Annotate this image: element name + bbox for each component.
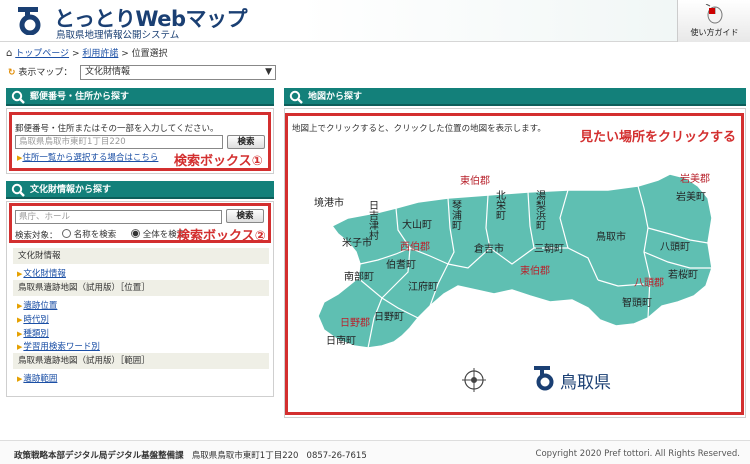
prefecture-map[interactable]: 境港市 日吉津村 米子市 大山町 西伯郡 伯耆町 南部町 江府町 日野郡 日野町…	[298, 168, 730, 400]
layer-item[interactable]: ▶遺跡範囲	[17, 372, 57, 384]
guide-button[interactable]: 使い方ガイド	[677, 0, 750, 42]
search-target-label: 検索対象：	[15, 231, 58, 241]
map-label-saihaku[interactable]: 西伯郡	[400, 240, 430, 253]
footer-org: 政策戦略本部デジタル局デジタル基盤整備課	[14, 451, 184, 461]
cultural-search-button[interactable]: 検索	[226, 209, 264, 223]
layer-group-header: 鳥取県遺跡地図（試用版）［位置］	[13, 280, 269, 296]
map-label-misasa[interactable]: 三朝町	[534, 243, 564, 255]
address-list-link[interactable]: ▶住所一覧から選択する場合はこちら	[17, 151, 158, 163]
map-label-iwami[interactable]: 岩美町	[676, 190, 706, 203]
search-icon	[11, 90, 25, 104]
map-panel-title: 地図から探す	[308, 92, 363, 102]
map-label-tohaku[interactable]: 東伯郡	[460, 174, 490, 187]
search-box-2-annotation: 検索ボックス②	[177, 229, 266, 244]
site-header: とっとりWebマップ 鳥取県地理情報公開システム 使い方ガイド	[0, 0, 750, 42]
layer-item[interactable]: ▶学習用検索ワード別	[17, 340, 100, 352]
map-label-kotoura[interactable]: 琴浦町	[450, 200, 462, 230]
map-label-hokuei[interactable]: 北栄町	[494, 190, 506, 220]
footer-phone: 0857-26-7615	[306, 451, 367, 461]
map-label-tohaku-2[interactable]: 東伯郡	[520, 264, 550, 277]
map-label-yazu-gun[interactable]: 八頭郡	[634, 277, 664, 289]
map-label-wakasa[interactable]: 若桜町	[668, 268, 698, 281]
radio-checked-icon	[131, 229, 140, 238]
postal-search-button[interactable]: 検索	[227, 135, 265, 149]
search-icon	[11, 183, 25, 197]
breadcrumb-terms-link[interactable]: 利用許諾	[82, 49, 118, 59]
footer-address: 鳥取県鳥取市東町1丁目220	[191, 451, 299, 461]
guide-label: 使い方ガイド	[690, 28, 739, 37]
map-label-hino[interactable]: 日野町	[374, 311, 404, 323]
layer-item[interactable]: ▶種類別	[17, 327, 49, 339]
map-select-dropdown[interactable]: 文化財情報 ▼	[80, 65, 276, 80]
map-label-hiezu[interactable]: 日吉津村	[367, 200, 379, 240]
map-label-hino-gun[interactable]: 日野郡	[340, 317, 370, 329]
home-icon: ⌂	[6, 48, 13, 59]
breadcrumb-current: 位置選択	[131, 49, 168, 59]
tottori-logo-icon	[18, 7, 41, 35]
postal-panel-title: 郵便番号・住所から探す	[30, 92, 130, 102]
map-label-chizu[interactable]: 智頭町	[622, 296, 652, 309]
breadcrumb: ⌂ トップページ > 利用許諾 > 位置選択	[6, 48, 168, 59]
compass-icon	[462, 368, 486, 392]
map-instruction: 地図上でクリックすると、クリックした位置の地図を表示します。	[292, 124, 546, 134]
prefecture-logo-icon	[534, 366, 554, 391]
map-label-iwami-gun[interactable]: 岩美郡	[680, 172, 710, 185]
map-label-yazu[interactable]: 八頭町	[660, 241, 690, 253]
map-label-nichinan[interactable]: 日南町	[326, 334, 356, 347]
map-label-tottori[interactable]: 鳥取市	[596, 230, 626, 243]
postal-search-input[interactable]: 鳥取県鳥取市東町1丁目220	[15, 135, 223, 149]
search-icon	[289, 90, 303, 104]
map-click-annotation: 見たい場所をクリックする	[580, 130, 737, 145]
footer: 政策戦略本部デジタル局デジタル基盤整備課 鳥取県鳥取市東町1丁目220 0857…	[0, 440, 750, 464]
cultural-search-input[interactable]: 県庁、ホール	[15, 210, 222, 224]
map-label-yurihama[interactable]: 湯梨浜町	[534, 189, 546, 230]
layer-item[interactable]: ▶文化財情報	[17, 267, 66, 279]
cultural-panel-title: 文化財情報から探す	[30, 185, 112, 195]
map-label-sakaiminato[interactable]: 境港市	[314, 196, 344, 209]
footer-copyright: Copyright 2020 Pref tottori. All Rights …	[535, 449, 740, 459]
layer-item[interactable]: ▶遺跡位置	[17, 299, 57, 311]
layer-item[interactable]: ▶時代別	[17, 313, 49, 325]
map-label-yonago[interactable]: 米子市	[342, 236, 372, 249]
radio-name-search[interactable]: 名称を検索	[62, 228, 116, 240]
map-label-nanbu[interactable]: 南部町	[344, 270, 374, 283]
map-label-kofu[interactable]: 江府町	[408, 280, 438, 293]
search-box-1-annotation: 検索ボックス①	[174, 154, 263, 169]
cultural-panel-header: 文化財情報から探す	[6, 181, 274, 199]
map-select-label: 表示マップ：	[18, 68, 73, 78]
layer-group-header: 鳥取県遺跡地図（試用版）［範囲］	[13, 353, 269, 369]
prefecture-name: 鳥取県	[560, 373, 611, 393]
layer-group-header: 文化財情報	[13, 248, 269, 264]
postal-panel-header: 郵便番号・住所から探す	[6, 88, 274, 106]
mouse-icon	[705, 4, 723, 24]
breadcrumb-top-link[interactable]: トップページ	[15, 49, 69, 59]
map-panel-header: 地図から探す	[284, 88, 746, 106]
postal-instruction: 郵便番号・住所またはその一部を入力してください。	[15, 124, 219, 134]
map-select-row: ↻ 表示マップ：	[8, 65, 72, 78]
radio-unchecked-icon	[62, 229, 71, 238]
map-label-daisen[interactable]: 大山町	[402, 218, 432, 231]
map-label-hoki[interactable]: 伯耆町	[386, 258, 416, 271]
chevron-down-icon: ▼	[265, 67, 272, 77]
refresh-icon: ↻	[8, 68, 16, 78]
site-subtitle: 鳥取県地理情報公開システム	[56, 30, 180, 41]
map-label-kurayoshi[interactable]: 倉吉市	[474, 242, 504, 255]
